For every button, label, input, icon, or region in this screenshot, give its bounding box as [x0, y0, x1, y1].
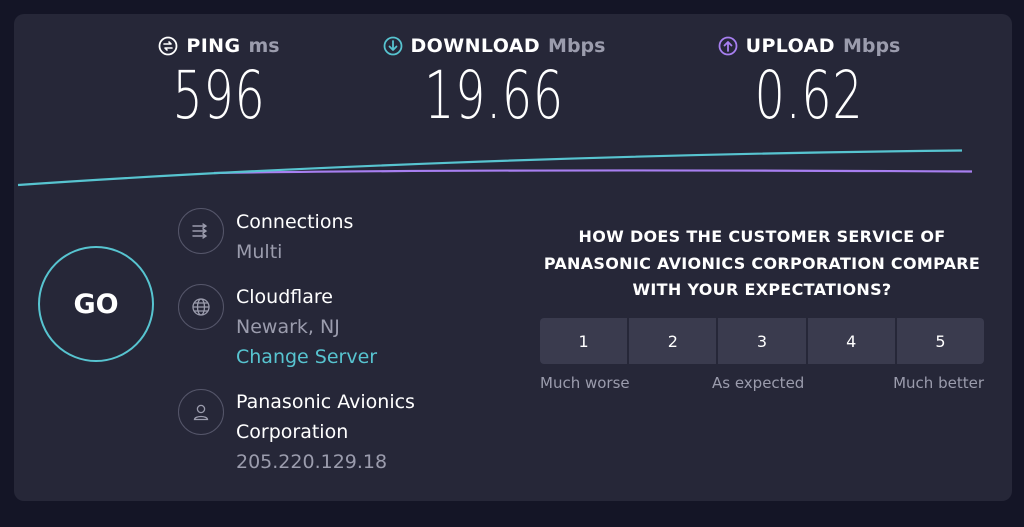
ping-metric: PING ms 596: [144, 34, 294, 132]
survey-question-line3: WITH YOUR EXPECTATIONS?: [632, 280, 892, 299]
download-graph-line: [17, 149, 963, 187]
survey-question-line2: PANASONIC AVIONICS CORPORATION COMPARE: [543, 253, 981, 273]
download-value: 19.66: [424, 57, 564, 134]
globe-icon: [178, 284, 224, 330]
ping-unit: ms: [248, 35, 280, 57]
upload-header: UPLOAD Mbps: [704, 34, 914, 58]
upload-graph-line: [213, 169, 973, 175]
ping-title: PING: [186, 35, 241, 57]
download-header: DOWNLOAD Mbps: [374, 34, 614, 58]
survey-question-line1: HOW DOES THE CUSTOMER SERVICE OF: [578, 227, 946, 246]
rating-option-3[interactable]: 3: [718, 318, 806, 364]
change-server-link[interactable]: Change Server: [236, 342, 377, 372]
rating-option-5[interactable]: 5: [896, 318, 984, 364]
scale-low-label: Much worse: [540, 374, 630, 392]
ping-icon: [158, 36, 178, 56]
scale-mid-label: As expected: [712, 374, 805, 392]
scale-high-label: Much better: [893, 374, 984, 392]
download-unit: Mbps: [548, 35, 606, 57]
provider-info: Panasonic Avionics Corporation 205.220.1…: [236, 387, 415, 477]
connections-icon: [178, 208, 224, 254]
server-info: Cloudflare Newark, NJ Change Server: [236, 282, 377, 372]
download-arrow-icon: [383, 36, 403, 56]
rating-scale: 1 2 3 4 5: [540, 318, 984, 364]
download-title: DOWNLOAD: [410, 35, 541, 57]
rating-option-1[interactable]: 1: [540, 318, 628, 364]
upload-arrow-icon: [718, 36, 738, 56]
provider-ip: 205.220.129.18: [236, 451, 388, 473]
provider-name-line1: Panasonic Avionics: [236, 391, 415, 413]
speedtest-panel: PING ms 596 DOWNLOAD Mbps 19.66 UPLOAD M…: [14, 14, 1012, 501]
upload-unit: Mbps: [842, 35, 901, 57]
upload-value: 0.62: [754, 57, 864, 134]
rating-option-4[interactable]: 4: [807, 318, 895, 364]
connections-title: Connections: [236, 211, 354, 233]
survey-question: HOW DOES THE CUSTOMER SERVICE OF PANASON…: [534, 224, 990, 304]
upload-title: UPLOAD: [745, 35, 835, 57]
provider-name-line2: Corporation: [236, 421, 349, 443]
speed-graph: [17, 149, 973, 187]
go-button[interactable]: GO: [38, 246, 154, 362]
rating-option-2[interactable]: 2: [629, 318, 717, 364]
ping-header: PING ms: [144, 34, 294, 58]
connections-info: Connections Multi: [236, 207, 353, 267]
connections-value: Multi: [236, 241, 283, 263]
user-icon: [178, 389, 224, 435]
server-name: Cloudflare: [236, 286, 333, 308]
ping-value: 596: [172, 57, 266, 134]
server-location: Newark, NJ: [236, 316, 340, 338]
download-metric: DOWNLOAD Mbps 19.66: [374, 34, 614, 132]
upload-metric: UPLOAD Mbps 0.62: [704, 34, 914, 132]
